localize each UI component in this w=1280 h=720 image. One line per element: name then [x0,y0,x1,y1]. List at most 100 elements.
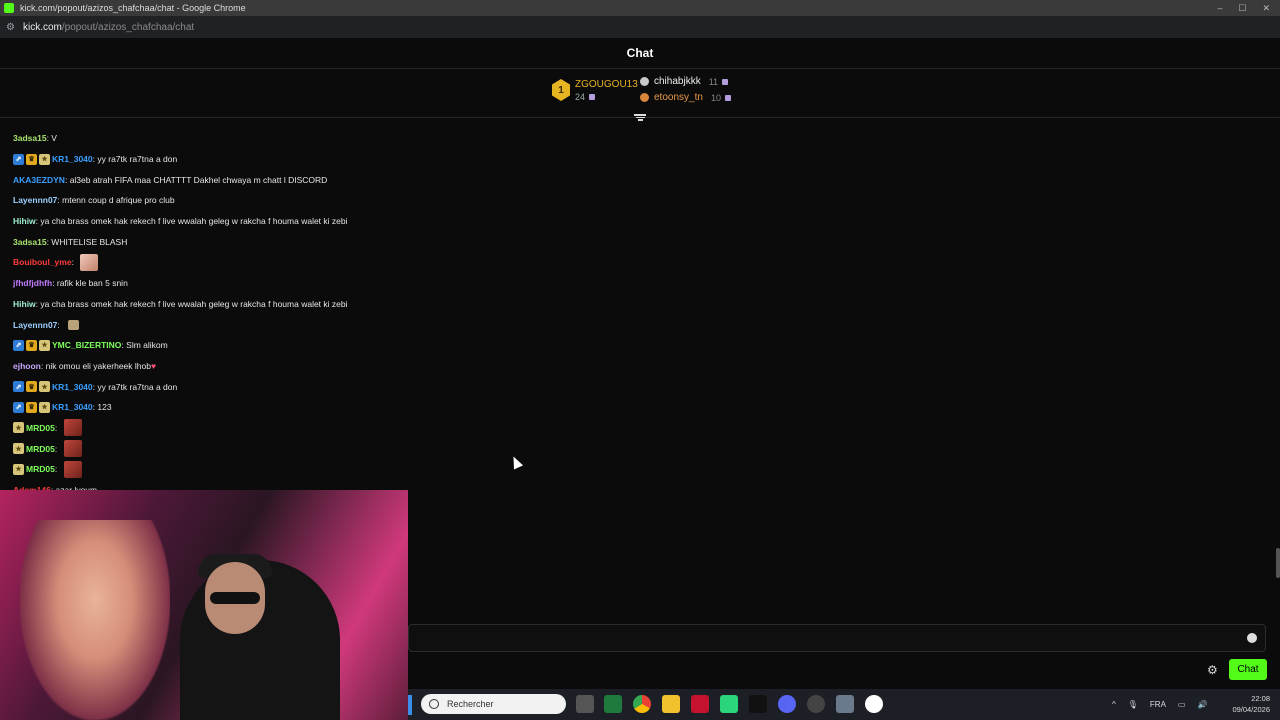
chat-messages: 3adsa15: V ⇗ ♛ ★ KR1_3040: yy ra7tk ra7tna a… [13,128,573,500]
network-icon[interactable]: ▭ [1178,700,1186,709]
speaker-icon[interactable]: 🔊 [1197,700,1207,709]
sub-badge-icon[interactable]: ★ [13,443,24,455]
leaderboard-first-count: 24 [575,92,596,102]
chat-username[interactable]: Layennn07 [13,320,57,330]
blue-badge-icon[interactable]: ⇗ [13,153,24,165]
streamer-glasses [210,592,260,604]
chat-message: AKA3EZDYN: al3eb atrah FIFA maa CHATTTT … [13,169,573,190]
emote-icon [63,460,82,478]
chat-username[interactable]: KR1_3040 [52,154,93,164]
taskbar-clock[interactable]: 22:08 09/04/2026 [1226,693,1270,715]
file-explorer-icon[interactable] [662,695,680,713]
sub-badge-icon[interactable]: ★ [39,401,50,413]
emote-icon [68,319,80,330]
scrollbar[interactable] [1276,548,1280,578]
discord-icon[interactable] [778,695,796,713]
close-icon[interactable]: ✕ [1262,3,1270,14]
window-title: kick.com/popout/azizos_chafchaa/chat - G… [20,3,246,13]
chat-username[interactable]: ejhoon [13,361,41,371]
chat-message: ★ MRD05: [13,459,573,480]
chat-username[interactable]: YMC_BIZERTINO [52,340,121,350]
browser-title-bar: kick.com/popout/azizos_chafchaa/chat - G… [0,0,1280,16]
taskbar-search-placeholder: Rechercher [447,699,494,709]
sub-badge-icon[interactable]: ★ [39,339,50,351]
emote-icon [63,440,82,458]
chat-message: Layennn07: mtenn coup d afrique pro club [13,190,573,211]
chat-message-text: mtenn coup d afrique pro club [62,195,175,206]
blue-badge-icon[interactable]: ⇗ [13,339,24,351]
chat-message: ⇗ ♛ ★ YMC_BIZERTINO: Slm alikom [13,335,573,356]
emote-icon [63,419,82,437]
app-icon[interactable] [807,695,825,713]
blue-badge-icon[interactable]: ⇗ [13,401,24,413]
settings-icon[interactable]: ⚙ [1207,663,1218,677]
maximize-icon[interactable]: ☐ [1238,3,1246,14]
chat-message-text: Slm alikom [126,340,168,351]
chat-message-text: WHITELISE BLASH [51,236,128,247]
chat-message: ★ MRD05: [13,418,573,439]
taskbar-search[interactable]: Rechercher [421,694,566,714]
windows-taskbar: Rechercher ^ 🎙 FRA ▭ 🔊 22:08 09/04/2026 [408,689,1280,720]
task-view-icon[interactable] [576,695,594,713]
chat-username[interactable]: MRD05 [26,464,55,474]
sub-badge-icon[interactable]: ★ [13,422,24,434]
app-icon[interactable] [749,695,767,713]
sub-badge-icon[interactable]: ★ [39,381,50,393]
chat-username[interactable]: Hihiw [13,216,36,226]
chat-message-text: ya cha brass omek hak rekech f live wwal… [40,298,348,309]
blue-badge-icon[interactable]: ⇗ [13,381,24,393]
gold-badge-icon[interactable]: ♛ [26,339,37,351]
chat-username[interactable]: Hihiw [13,299,36,309]
rank-medal-icon: 1 [552,79,570,101]
chat-message-text: 123 [97,402,112,413]
chat-username[interactable]: 3adsa15 [13,133,47,143]
chat-username[interactable]: jfhdfjdhfh [13,278,52,288]
sub-badge-icon[interactable]: ★ [39,153,50,165]
chat-input[interactable] [408,624,1266,652]
leaderboard-first[interactable]: 1 ZGOUGOU13 24 [552,79,638,102]
gold-badge-icon[interactable]: ♛ [26,401,37,413]
chat-message: ejhoon: nik omou eli yakerheek lhob ♥ [13,356,573,377]
app-icon[interactable] [720,695,738,713]
message-separator: : [54,422,60,433]
gift-leaderboard: 1 ZGOUGOU13 24 chihabjkkk 11 etoonsy_tn … [0,69,1280,118]
media-player-icon[interactable] [865,695,883,713]
chat-username[interactable]: MRD05 [26,444,55,454]
leaderboard-second-count: 11 [708,76,719,87]
chat-username[interactable]: 3adsa15 [13,237,47,247]
chat-username[interactable]: AKA3EZDYN [13,175,65,185]
filter-icon[interactable] [634,113,646,121]
language-indicator[interactable]: FRA [1150,700,1166,709]
leaderboard-second[interactable]: chihabjkkk 11 [640,76,729,87]
chat-message-text: rafik kle ban 5 snin [56,278,128,289]
chat-message: ⇗ ♛ ★ KR1_3040: yy ra7tk ra7tna a don [13,376,573,397]
sub-badge-icon[interactable]: ★ [13,463,24,475]
app-icon[interactable] [691,695,709,713]
address-bar[interactable]: ⚙ kick.com /popout/azizos_chafchaa/chat [0,16,1280,38]
gold-badge-icon[interactable]: ♛ [26,153,37,165]
chat-header: Chat [0,38,1280,69]
chevron-up-icon[interactable]: ^ [1112,700,1116,709]
chat-username[interactable]: KR1_3040 [52,402,93,412]
app-icon[interactable] [604,695,622,713]
clock-time: 22:08 [1251,694,1270,703]
settings-app-icon[interactable] [836,695,854,713]
emoji-icon[interactable] [1247,633,1257,643]
chrome-icon[interactable] [633,695,651,713]
mic-icon[interactable]: 🎙 [1128,700,1138,709]
send-chat-button[interactable]: Chat [1229,659,1267,680]
silver-medal-icon [640,77,649,86]
chat-message-text: ya cha brass omek hak rekech f live wwal… [40,216,348,227]
gold-badge-icon[interactable]: ♛ [26,381,37,393]
leaderboard-third[interactable]: etoonsy_tn 10 [640,92,731,103]
chat-message-text: V [51,133,57,144]
message-separator: : [54,464,60,475]
emote-icon [80,253,99,271]
site-info-icon[interactable]: ⚙ [6,22,15,33]
chat-username[interactable]: Layennn07 [13,195,57,205]
chat-username[interactable]: Bouiboul_yme [13,257,72,267]
chat-username[interactable]: MRD05 [26,423,55,433]
gift-icon [722,78,729,85]
minimize-icon[interactable]: – [1217,3,1222,14]
chat-username[interactable]: KR1_3040 [52,382,93,392]
